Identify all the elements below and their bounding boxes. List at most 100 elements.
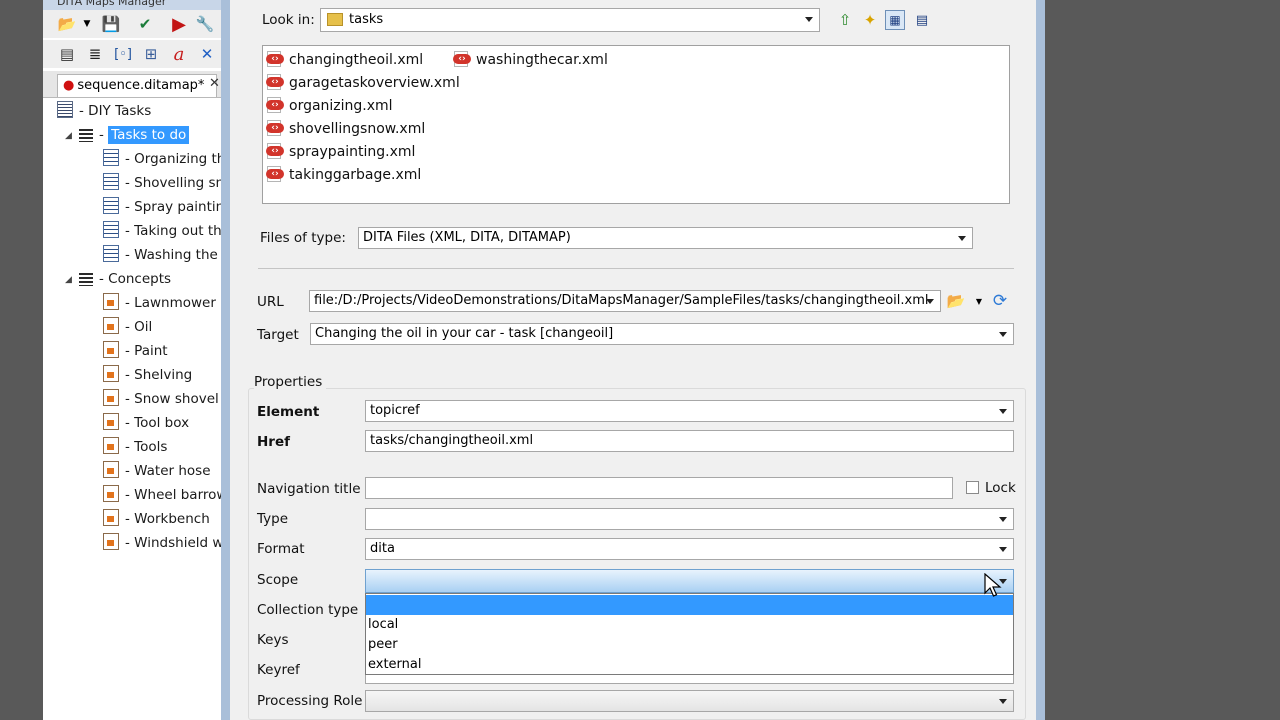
validate-icon[interactable]: ✔ <box>135 14 155 34</box>
save-icon[interactable]: 💾 <box>101 14 121 34</box>
tree-item-concept[interactable]: - Tool box <box>103 412 189 434</box>
tree-item-label: Lawnmower <box>134 295 216 311</box>
scope-value <box>366 570 370 585</box>
insert-reference-icon[interactable]: [◦] <box>113 44 133 64</box>
open-folder-icon[interactable]: 📂 <box>57 14 77 34</box>
scope-option[interactable]: local <box>366 615 1013 635</box>
scope-option[interactable] <box>366 595 1013 615</box>
tree-item-label: Workbench <box>134 511 210 527</box>
tree-root[interactable]: - DIY Tasks <box>57 100 151 122</box>
up-folder-icon[interactable]: ⇧ <box>835 10 855 30</box>
list-icon[interactable]: ≣ <box>85 44 105 64</box>
file-item[interactable]: changingtheoil.xml <box>266 49 423 71</box>
files-of-type-combo[interactable]: DITA Files (XML, DITA, DITAMAP) <box>358 227 973 249</box>
tree-node-concepts[interactable]: - Concepts <box>79 268 171 290</box>
topichead-icon <box>79 127 93 142</box>
lock-checkbox[interactable] <box>966 481 979 494</box>
xml-file-icon <box>266 51 284 67</box>
tree-item-concept[interactable]: - Wheel barrow <box>103 484 225 506</box>
editor-tab-row: ● sequence.ditamap* ✕ <box>43 71 225 98</box>
tab-label: sequence.ditamap* <box>77 78 205 93</box>
file-item[interactable]: organizing.xml <box>266 95 393 117</box>
target-combo[interactable]: Changing the oil in your car - task [cha… <box>310 323 1014 345</box>
file-item[interactable]: washingthecar.xml <box>453 49 608 71</box>
refresh-icon[interactable]: ⟳ <box>990 291 1010 311</box>
collapse-twisty-icon[interactable]: ◢ <box>65 131 72 141</box>
new-topic-icon[interactable]: ▤ <box>57 44 77 64</box>
xml-file-icon <box>266 166 284 182</box>
look-in-combo[interactable]: tasks <box>320 8 820 32</box>
tree-item-task[interactable]: - Washing the c <box>103 244 225 266</box>
chevron-down-icon <box>999 517 1007 522</box>
chevron-down-icon <box>926 299 934 304</box>
scope-dropdown-list[interactable]: local peer external <box>365 593 1014 675</box>
tree-node-tasks-to-do[interactable]: - Tasks to do <box>79 124 190 146</box>
scope-option[interactable]: peer <box>366 635 1013 655</box>
processing-role-combo[interactable] <box>365 690 1014 712</box>
delete-icon[interactable]: ✕ <box>197 44 217 64</box>
navigation-title-label: Navigation title <box>257 481 361 497</box>
tree-item-concept[interactable]: - Snow shovel <box>103 388 219 410</box>
tab-sequence-ditamap[interactable]: ● sequence.ditamap* <box>57 74 217 97</box>
url-label: URL <box>257 294 284 310</box>
tree-item-task[interactable]: - Taking out th <box>103 220 222 242</box>
look-in-label: Look in: <box>262 12 315 28</box>
dita-maps-manager-panel: DITA Maps Manager 📂 ▼ 💾 ✔ ▶ 🔧 ▤ ≣ [◦] ⊞ … <box>43 0 225 720</box>
format-combo[interactable]: dita <box>365 538 1014 560</box>
element-label: Element <box>257 404 320 420</box>
collapse-twisty-icon[interactable]: ◢ <box>65 275 72 285</box>
wrench-icon[interactable]: 🔧 <box>195 14 215 34</box>
element-combo[interactable]: topicref <box>365 400 1014 422</box>
details-view-icon[interactable]: ▤ <box>912 10 932 30</box>
ditamap-icon <box>57 101 73 118</box>
url-combo[interactable]: file:/D:/Projects/VideoDemonstrations/Di… <box>309 290 941 312</box>
xml-file-icon <box>266 97 284 113</box>
tree-item-concept[interactable]: - Workbench <box>103 508 210 530</box>
tree-item-task[interactable]: - Shovelling sno <box>103 172 225 194</box>
href-field[interactable]: tasks/changingtheoil.xml <box>365 430 1014 452</box>
file-item[interactable]: takinggarbage.xml <box>266 164 421 186</box>
concept-topic-icon <box>103 461 119 478</box>
tree-item-task[interactable]: - Spray paintin <box>103 196 224 218</box>
separator <box>258 268 1014 269</box>
tree-item-concept[interactable]: - Tools <box>103 436 167 458</box>
task-topic-icon <box>103 149 119 166</box>
concept-topic-icon <box>103 485 119 502</box>
scope-combo[interactable] <box>365 569 1014 593</box>
scope-option[interactable]: external <box>366 655 1013 675</box>
list-view-icon[interactable]: ▦ <box>885 10 905 30</box>
xml-file-icon <box>266 120 284 136</box>
tree-item-concept[interactable]: - Shelving <box>103 364 192 386</box>
tree-item-concept[interactable]: - Water hose <box>103 460 211 482</box>
file-name: shovellingsnow.xml <box>289 121 426 137</box>
file-name: spraypainting.xml <box>289 144 416 160</box>
file-name: organizing.xml <box>289 98 393 114</box>
new-folder-icon[interactable]: ✦ <box>860 10 880 30</box>
tree-item-task[interactable]: - Organizing th <box>103 148 225 170</box>
collection-type-label: Collection type <box>257 602 359 618</box>
tree-root-label: DIY Tasks <box>88 103 152 119</box>
close-tab-icon[interactable]: ✕ <box>209 76 220 91</box>
modified-dot-icon: ● <box>63 78 75 93</box>
file-item[interactable]: garagetaskoverview.xml <box>266 72 460 94</box>
tree-item-concept[interactable]: - Oil <box>103 316 152 338</box>
task-topic-icon <box>103 245 119 262</box>
file-list[interactable]: changingtheoil.xml garagetaskoverview.xml… <box>262 45 1010 204</box>
tree-item-concept[interactable]: - Paint <box>103 340 168 362</box>
transform-run-icon[interactable]: ▶ <box>169 14 189 35</box>
dropdown-arrow-icon[interactable]: ▼ <box>77 14 97 34</box>
file-item[interactable]: shovellingsnow.xml <box>266 118 425 140</box>
url-value: file:/D:/Projects/VideoDemonstrations/Di… <box>314 293 929 308</box>
browse-folder-icon[interactable]: 📂 <box>946 291 966 311</box>
toolbar-bottom: ▤ ≣ [◦] ⊞ a ✕ <box>43 40 225 68</box>
type-combo[interactable] <box>365 508 1014 530</box>
browse-dropdown-icon[interactable]: ▼ <box>969 291 989 311</box>
edit-attribute-icon[interactable]: a <box>169 44 189 65</box>
concept-topic-icon <box>103 437 119 454</box>
element-value: topicref <box>370 403 420 418</box>
file-item[interactable]: spraypainting.xml <box>266 141 415 163</box>
properties-icon[interactable]: ⊞ <box>141 44 161 64</box>
navigation-title-field[interactable] <box>365 477 953 499</box>
tree-item-concept[interactable]: - Lawnmower <box>103 292 216 314</box>
tree-item-concept[interactable]: - Windshield wa <box>103 532 225 554</box>
